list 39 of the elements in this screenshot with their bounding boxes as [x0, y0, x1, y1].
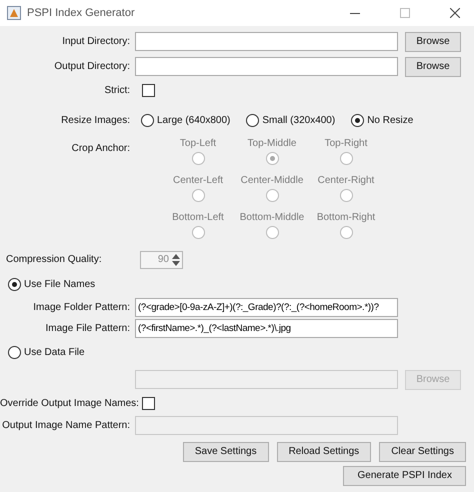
checkbox[interactable]	[142, 396, 155, 410]
field-label: Output Directory:	[53, 61, 131, 72]
radio-option[interactable]: Large (640x800)	[141, 114, 230, 126]
browse-button[interactable]: Browse	[405, 56, 461, 76]
radio-option[interactable]: Small (320x400)	[246, 114, 336, 126]
field-label: Input Directory:	[61, 36, 131, 47]
field-label: Resize Images:	[60, 114, 131, 126]
settings-button[interactable]: Save Settings	[182, 442, 269, 462]
anchor-label: Center-Left	[172, 175, 224, 186]
browse-button[interactable]: Browse	[405, 32, 461, 52]
window-title: PSPI Index Generator	[27, 7, 135, 19]
settings-button[interactable]: Clear Settings	[379, 442, 466, 462]
radio-option[interactable]: Use File Names	[8, 278, 96, 290]
anchor-label: Center-Middle	[240, 175, 304, 186]
anchor-label: Top-Middle	[248, 138, 296, 149]
anchor-label: Top-Left	[180, 138, 216, 149]
field-label: Image Folder Pattern:	[32, 302, 131, 313]
input-field[interactable]: (?<firstName>.*)_(?<lastName>.*)\.jpg	[135, 319, 398, 338]
generate-button[interactable]: Generate PSPI Index	[343, 466, 466, 486]
settings-button[interactable]: Reload Settings	[276, 442, 372, 462]
field-label: Strict:	[103, 84, 131, 96]
input-field[interactable]	[135, 32, 398, 51]
close-icon[interactable]	[450, 8, 460, 18]
field-label: Crop Anchor:	[70, 142, 131, 154]
anchor-label: Center-Right	[318, 175, 374, 186]
field-label: Image File Pattern:	[44, 323, 131, 334]
maximize-icon[interactable]	[400, 8, 410, 18]
anchor-label: Bottom-Right	[316, 212, 376, 223]
radio-option[interactable]: No Resize	[351, 114, 414, 126]
checkbox[interactable]	[142, 84, 155, 96]
radio-option[interactable]: Use Data File	[8, 346, 85, 358]
app-icon	[7, 6, 21, 20]
field-label: Output Image Name Pattern:	[1, 420, 131, 431]
anchor-label: Bottom-Left	[172, 212, 224, 223]
input-field[interactable]	[135, 57, 398, 76]
field-label: Compression Quality:	[5, 254, 103, 265]
input-field[interactable]: (?<grade>[0-9a-zA-Z]+)(?:_Grade)?(?:_(?<homeRoom>.*))?	[135, 298, 398, 317]
anchor-label: Bottom-Middle	[240, 212, 304, 223]
anchor-label: Top-Right	[324, 138, 368, 149]
